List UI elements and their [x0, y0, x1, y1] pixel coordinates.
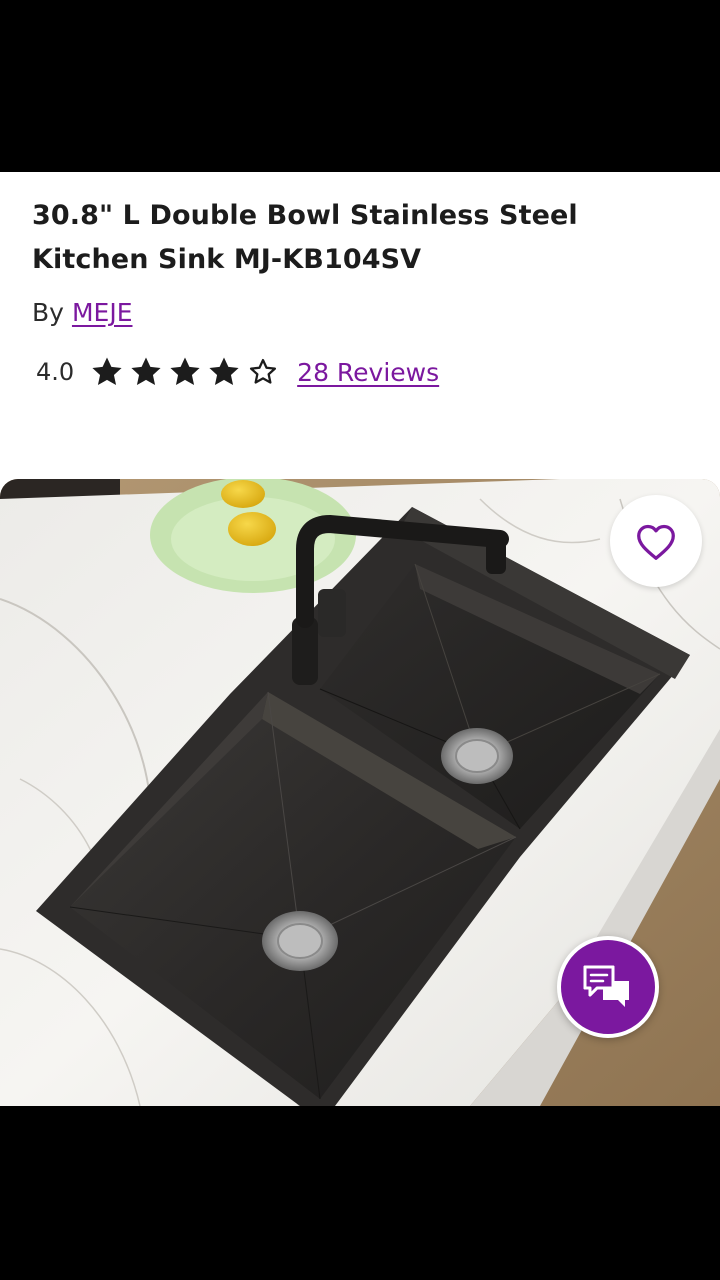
favorite-button[interactable] [610, 495, 702, 587]
star-filled-icon [131, 357, 161, 386]
rating-row: 4.0 28 Reviews [36, 354, 439, 390]
brand-link[interactable]: MEJE [72, 298, 133, 327]
star-filled-icon [92, 357, 122, 386]
reviews-link[interactable]: 28 Reviews [297, 358, 439, 387]
by-label: By [32, 298, 64, 327]
chat-button[interactable] [557, 936, 659, 1038]
brand-byline: By MEJE [32, 296, 133, 330]
heart-outline-icon [637, 524, 675, 560]
product-card: 30.8" L Double Bowl Stainless Steel Kitc… [0, 172, 720, 1106]
chat-bubbles-icon [583, 965, 629, 1007]
star-filled-icon [209, 357, 239, 386]
product-title: 30.8" L Double Bowl Stainless Steel Kitc… [32, 200, 578, 275]
star-rating [90, 355, 285, 389]
star-outline-icon [250, 358, 277, 384]
star-filled-icon [170, 357, 200, 386]
screen: 30.8" L Double Bowl Stainless Steel Kitc… [0, 0, 720, 1280]
rating-value: 4.0 [36, 358, 75, 386]
